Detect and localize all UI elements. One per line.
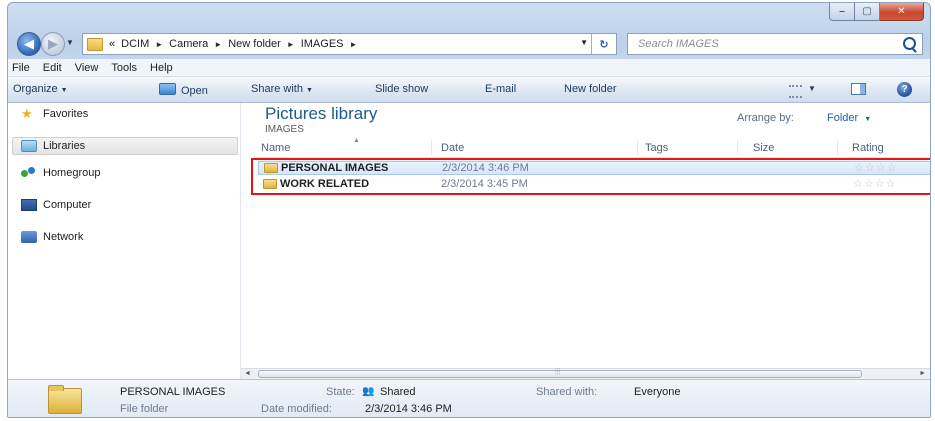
open-label: Open: [181, 85, 208, 97]
column-header-size[interactable]: Size: [753, 142, 774, 154]
details-name: PERSONAL IMAGES: [120, 386, 226, 398]
share-with-label: Share with: [251, 83, 303, 95]
command-bar: Organize ▼ Open Share with ▼ Slide show E-…: [8, 77, 930, 103]
breadcrumb-separator-icon[interactable]: ►: [287, 40, 295, 49]
file-list-pane: Pictures library IMAGES Arrange by: Fold…: [241, 103, 930, 379]
preview-pane-icon[interactable]: [851, 83, 866, 95]
column-divider[interactable]: [837, 140, 838, 155]
column-header-tags[interactable]: Tags: [645, 142, 668, 154]
menu-edit[interactable]: Edit: [39, 62, 71, 74]
organize-label: Organize: [13, 83, 58, 95]
breadcrumb-dcim[interactable]: DCIM: [121, 38, 149, 50]
breadcrumb-separator-icon[interactable]: ►: [350, 40, 358, 49]
star-icon: ★: [21, 106, 33, 121]
menu-bar: File Edit View Tools Help: [8, 59, 930, 77]
scroll-left-icon[interactable]: ◄: [244, 370, 251, 377]
details-modified-label: Date modified:: [261, 403, 332, 415]
maximize-button[interactable]: ▢: [855, 3, 880, 21]
views-icon[interactable]: [789, 85, 802, 98]
library-title: Pictures library: [265, 104, 378, 123]
share-with-button[interactable]: Share with ▼: [251, 83, 313, 95]
explorer-window: – ▢ ✕ ◀ ▶ ▼ « DCIM ► Camera ► New folder…: [7, 2, 931, 418]
column-header-name[interactable]: Name: [261, 142, 290, 154]
chevron-down-icon: ▼: [305, 87, 313, 94]
arrange-by-label: Arrange by:: [737, 112, 794, 124]
content-area: ★ Favorites Libraries Homegroup Computer…: [8, 103, 930, 380]
breadcrumb-new-folder[interactable]: New folder: [228, 38, 281, 50]
slide-show-button[interactable]: Slide show: [375, 83, 428, 95]
breadcrumb-overflow[interactable]: «: [109, 38, 115, 50]
grip-icon: ⦙⦙⦙: [555, 367, 561, 376]
scrollbar-thumb[interactable]: ⦙⦙⦙: [258, 367, 862, 378]
network-icon: [21, 231, 37, 243]
nav-label: Libraries: [43, 140, 86, 152]
menu-file[interactable]: File: [8, 62, 39, 74]
column-header-date[interactable]: Date: [441, 142, 464, 154]
breadcrumb-camera[interactable]: Camera: [169, 38, 208, 50]
arrange-by-value: Folder: [827, 112, 859, 124]
nav-label: Computer: [43, 199, 92, 211]
column-divider[interactable]: [637, 140, 638, 155]
nav-item-network[interactable]: Network: [21, 229, 83, 245]
new-folder-button[interactable]: New folder: [564, 83, 617, 95]
nav-item-homegroup[interactable]: Homegroup: [21, 165, 100, 181]
arrange-by-dropdown[interactable]: Folder ▼: [827, 112, 871, 124]
open-icon: [159, 83, 176, 95]
views-dropdown-icon[interactable]: ▼: [808, 84, 816, 93]
address-bar[interactable]: « DCIM ► Camera ► New folder ► IMAGES ► …: [82, 33, 617, 55]
breadcrumb-separator-icon[interactable]: ►: [155, 40, 163, 49]
breadcrumb-separator-icon[interactable]: ►: [214, 40, 222, 49]
column-header-rating[interactable]: Rating: [852, 142, 884, 154]
column-divider[interactable]: [737, 140, 738, 155]
breadcrumb-images[interactable]: IMAGES: [301, 38, 344, 50]
column-headers: Name ▲ Date Tags Size Rating: [257, 137, 930, 158]
navigation-pane: ★ Favorites Libraries Homegroup Computer…: [8, 103, 241, 379]
chevron-down-icon: ▼: [60, 87, 68, 94]
search-icon[interactable]: [903, 37, 916, 50]
shared-users-icon: 👥: [362, 386, 375, 397]
libraries-icon: [21, 140, 37, 152]
open-button[interactable]: Open: [159, 83, 208, 97]
folder-icon: [48, 385, 82, 414]
details-state-value: Shared: [380, 386, 416, 398]
address-row: ◀ ▶ ▼ « DCIM ► Camera ► New folder ► IMA…: [8, 31, 930, 57]
library-subtitle: IMAGES: [265, 124, 304, 135]
close-button[interactable]: ✕: [880, 3, 924, 21]
nav-item-libraries[interactable]: Libraries: [21, 138, 85, 154]
menu-tools[interactable]: Tools: [107, 62, 146, 74]
nav-label: Homegroup: [43, 167, 101, 179]
details-modified-value: 2/3/2014 3:46 PM: [365, 403, 452, 415]
details-shared-with-value: Everyone: [634, 386, 681, 398]
folder-icon: [87, 37, 103, 51]
details-type: File folder: [120, 403, 169, 415]
search-box[interactable]: [627, 33, 923, 55]
nav-label: Network: [43, 231, 84, 243]
organize-button[interactable]: Organize ▼: [13, 83, 68, 95]
nav-label: Favorites: [43, 108, 89, 120]
back-button[interactable]: ◀: [17, 32, 41, 56]
refresh-icon[interactable]: ↻: [591, 34, 616, 54]
email-button[interactable]: E-mail: [485, 83, 516, 95]
sort-ascending-icon: ▲: [353, 137, 360, 144]
column-divider[interactable]: [431, 140, 432, 155]
nav-item-computer[interactable]: Computer: [21, 197, 91, 213]
red-highlight-annotation: [251, 158, 930, 195]
menu-view[interactable]: View: [71, 62, 108, 74]
address-dropdown-icon[interactable]: ▼: [580, 38, 588, 47]
menu-help[interactable]: Help: [146, 62, 182, 74]
search-input[interactable]: [636, 37, 890, 51]
nav-item-favorites[interactable]: ★ Favorites: [21, 106, 88, 122]
computer-icon: [21, 199, 37, 211]
help-icon[interactable]: ?: [897, 82, 912, 97]
caption-buttons: – ▢ ✕: [829, 3, 924, 23]
details-shared-with-label: Shared with:: [536, 386, 598, 398]
recent-pages-dropdown[interactable]: ▼: [66, 38, 74, 47]
details-state-label: State:: [326, 386, 355, 398]
minimize-button[interactable]: –: [829, 3, 855, 21]
homegroup-icon: [21, 167, 37, 179]
scroll-right-icon[interactable]: ►: [919, 370, 926, 377]
forward-button[interactable]: ▶: [41, 32, 65, 56]
chevron-down-icon: ▼: [864, 116, 872, 123]
details-pane: PERSONAL IMAGES File folder State: 👥 Sha…: [8, 379, 930, 417]
